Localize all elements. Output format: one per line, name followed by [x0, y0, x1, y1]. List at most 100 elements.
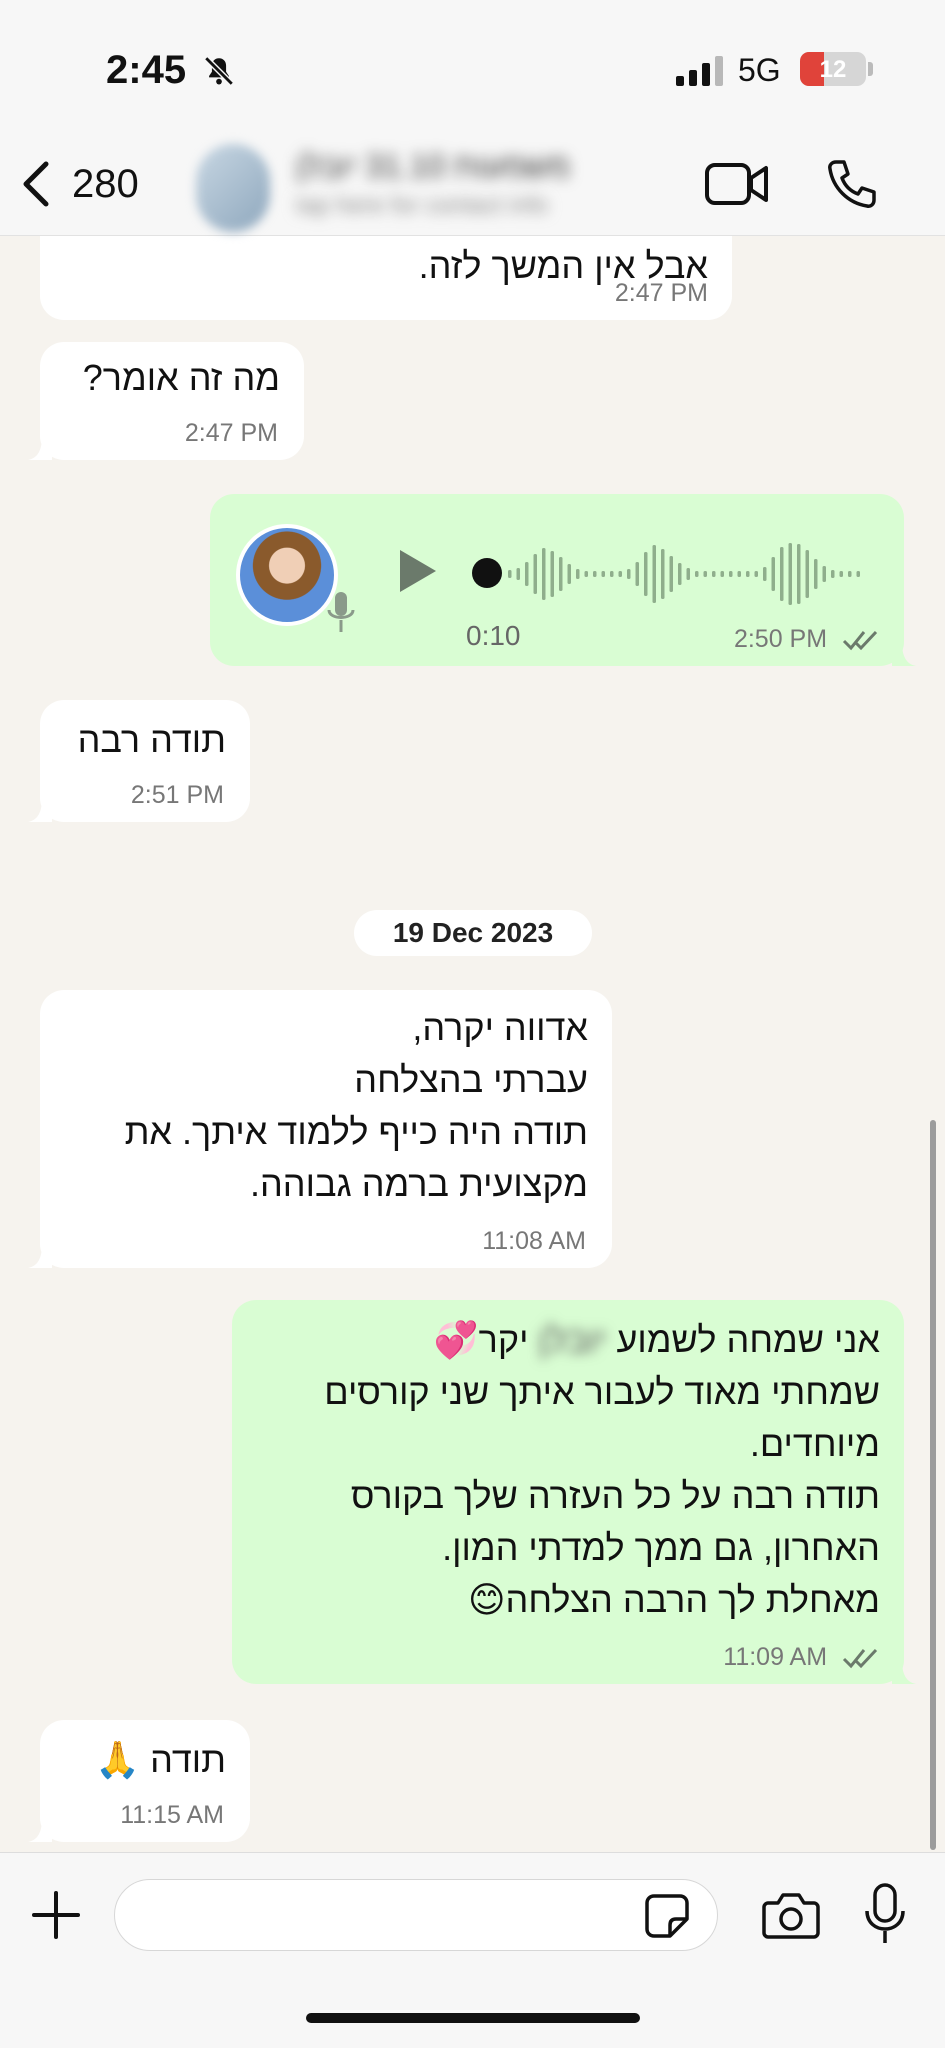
- plus-icon[interactable]: [30, 1889, 82, 1941]
- waveform-bar: [814, 559, 818, 589]
- message-line: האחרון, גם ממך למדתי המון.: [442, 1527, 880, 1568]
- message-line-end: יקר💞: [433, 1319, 529, 1360]
- contact-subtitle[interactable]: tap here for contact info: [296, 192, 646, 224]
- message-text: תודה 🙏: [95, 1739, 226, 1780]
- waveform-bar: [831, 570, 835, 578]
- status-bar: 2:45 5G 12: [0, 0, 945, 140]
- bubble-tail: [28, 436, 52, 460]
- message-input[interactable]: [114, 1879, 718, 1951]
- bubble-tail: [28, 1244, 52, 1268]
- mic-icon: [327, 592, 355, 632]
- phone-call-icon[interactable]: [826, 158, 878, 210]
- waveform-bar: [746, 571, 750, 577]
- contact-name[interactable]: משמעות 31.10 יובלן: [296, 148, 646, 190]
- waveform-bar: [822, 566, 826, 582]
- scrollbar[interactable]: [930, 1120, 936, 1850]
- waveform-bar: [627, 569, 631, 579]
- waveform-bar: [771, 557, 775, 591]
- waveform-bar: [805, 550, 809, 598]
- message-time: 11:09 AM: [723, 1643, 880, 1672]
- back-chevron-icon: [23, 161, 49, 207]
- waveform-bar: [661, 549, 665, 599]
- message-text: אדווה יקרה, עברתי בהצלחה תודה היה כייף ל…: [125, 1002, 588, 1210]
- message-text: תודה רבה: [77, 719, 226, 760]
- waveform-bar: [584, 571, 588, 577]
- message-bubble[interactable]: אבל אין המשך לזה. 2:47 PM: [40, 236, 732, 320]
- waveform-bar: [593, 571, 597, 577]
- battery-level: 12: [819, 56, 847, 83]
- waveform-bar: [644, 552, 648, 596]
- message-line: תודה היה כייף ללמוד איתך. את: [124, 1111, 588, 1152]
- message-bubble[interactable]: אני שמחה לשמוע יובלן יקר💞 שמחתי מאוד לעב…: [232, 1300, 916, 1684]
- waveform-bar: [652, 545, 656, 603]
- waveform-bar: [729, 571, 733, 577]
- waveform-bar: [601, 571, 605, 577]
- waveform-bar: [797, 544, 801, 604]
- waveform-bar: [763, 567, 767, 581]
- waveform-bar: [780, 547, 784, 601]
- status-time: 2:45: [106, 48, 187, 92]
- playback-position[interactable]: [472, 558, 502, 588]
- waveform-bar: [703, 571, 707, 577]
- battery-tip: [868, 62, 873, 76]
- bubble-tail: [28, 1818, 52, 1842]
- message-line-start: אני שמחה לשמוע: [616, 1319, 880, 1360]
- message-bubble[interactable]: תודה 🙏 11:15 AM: [28, 1720, 250, 1842]
- waveform-bar: [567, 564, 571, 584]
- message-line: שמחתי מאוד לעבור איתך שני קורסים: [324, 1371, 880, 1412]
- message-line: תודה רבה על כל העזרה שלך בקורס: [350, 1475, 880, 1516]
- message-line: מקצועית ברמה גבוהה.: [249, 1163, 588, 1204]
- waveform-bar: [669, 556, 673, 592]
- camera-icon[interactable]: [762, 1891, 820, 1939]
- sticker-icon[interactable]: [644, 1893, 690, 1939]
- blurred-name: יובלן: [538, 1319, 607, 1360]
- waveform-bar: [516, 568, 520, 580]
- waveform-bar: [525, 562, 529, 586]
- message-time-text: 2:50 PM: [733, 625, 828, 653]
- message-line: עברתי בהצלחה: [354, 1059, 588, 1100]
- bubble-tail: [28, 798, 52, 822]
- message-time: 2:47 PM: [614, 279, 708, 307]
- bubble-tail: [892, 642, 916, 666]
- home-indicator: [306, 2013, 640, 2023]
- message-time: 11:08 AM: [482, 1227, 586, 1255]
- waveform-bar: [635, 562, 639, 586]
- waveform-bar: [550, 551, 554, 597]
- message-bubble[interactable]: תודה רבה 2:51 PM: [28, 700, 250, 822]
- unread-count: 280: [72, 161, 139, 206]
- waveform-bar: [788, 543, 792, 605]
- play-icon[interactable]: [396, 546, 440, 596]
- waveform-bar: [542, 548, 546, 600]
- waveform-bar: [618, 571, 622, 577]
- video-call-icon[interactable]: [704, 160, 770, 208]
- bell-off-icon: [204, 56, 234, 86]
- message-line: אדווה יקרה,: [412, 1007, 588, 1048]
- voice-waveform[interactable]: [508, 534, 868, 614]
- waveform-bar: [686, 568, 690, 580]
- chat-area[interactable]: אבל אין המשך לזה. 2:47 PM מה זה אומר? 2:…: [0, 236, 945, 1852]
- waveform-bar: [737, 571, 741, 577]
- back-button[interactable]: 280: [18, 158, 139, 210]
- message-time: 11:15 AM: [120, 1801, 224, 1829]
- message-time: 2:51 PM: [130, 781, 224, 809]
- read-check-icon: [842, 1649, 878, 1669]
- waveform-bar: [848, 571, 852, 577]
- waveform-bar: [508, 570, 512, 578]
- bubble-tail: [892, 1660, 916, 1684]
- message-line: אני שמחה לשמוע יובלן יקר💞: [324, 1314, 880, 1366]
- mic-icon[interactable]: [864, 1883, 906, 1945]
- message-bubble[interactable]: מה זה אומר? 2:47 PM: [28, 342, 304, 460]
- waveform-bar: [678, 563, 682, 585]
- message-time: 2:50 PM: [734, 625, 880, 654]
- message-bubble[interactable]: אדווה יקרה, עברתי בהצלחה תודה היה כייף ל…: [28, 990, 612, 1268]
- voice-message-bubble[interactable]: 0:10 2:50 PM: [210, 494, 916, 666]
- composer-bar: [0, 1852, 945, 2048]
- waveform-bar: [839, 571, 843, 577]
- voice-duration: 0:10: [466, 620, 521, 651]
- contact-avatar[interactable]: [196, 144, 270, 232]
- signal-icon: [676, 56, 723, 86]
- waveform-bar: [559, 557, 563, 591]
- waveform-bar: [695, 571, 699, 577]
- voice-sender-avatar: [236, 524, 338, 626]
- waveform-bar: [576, 569, 580, 579]
